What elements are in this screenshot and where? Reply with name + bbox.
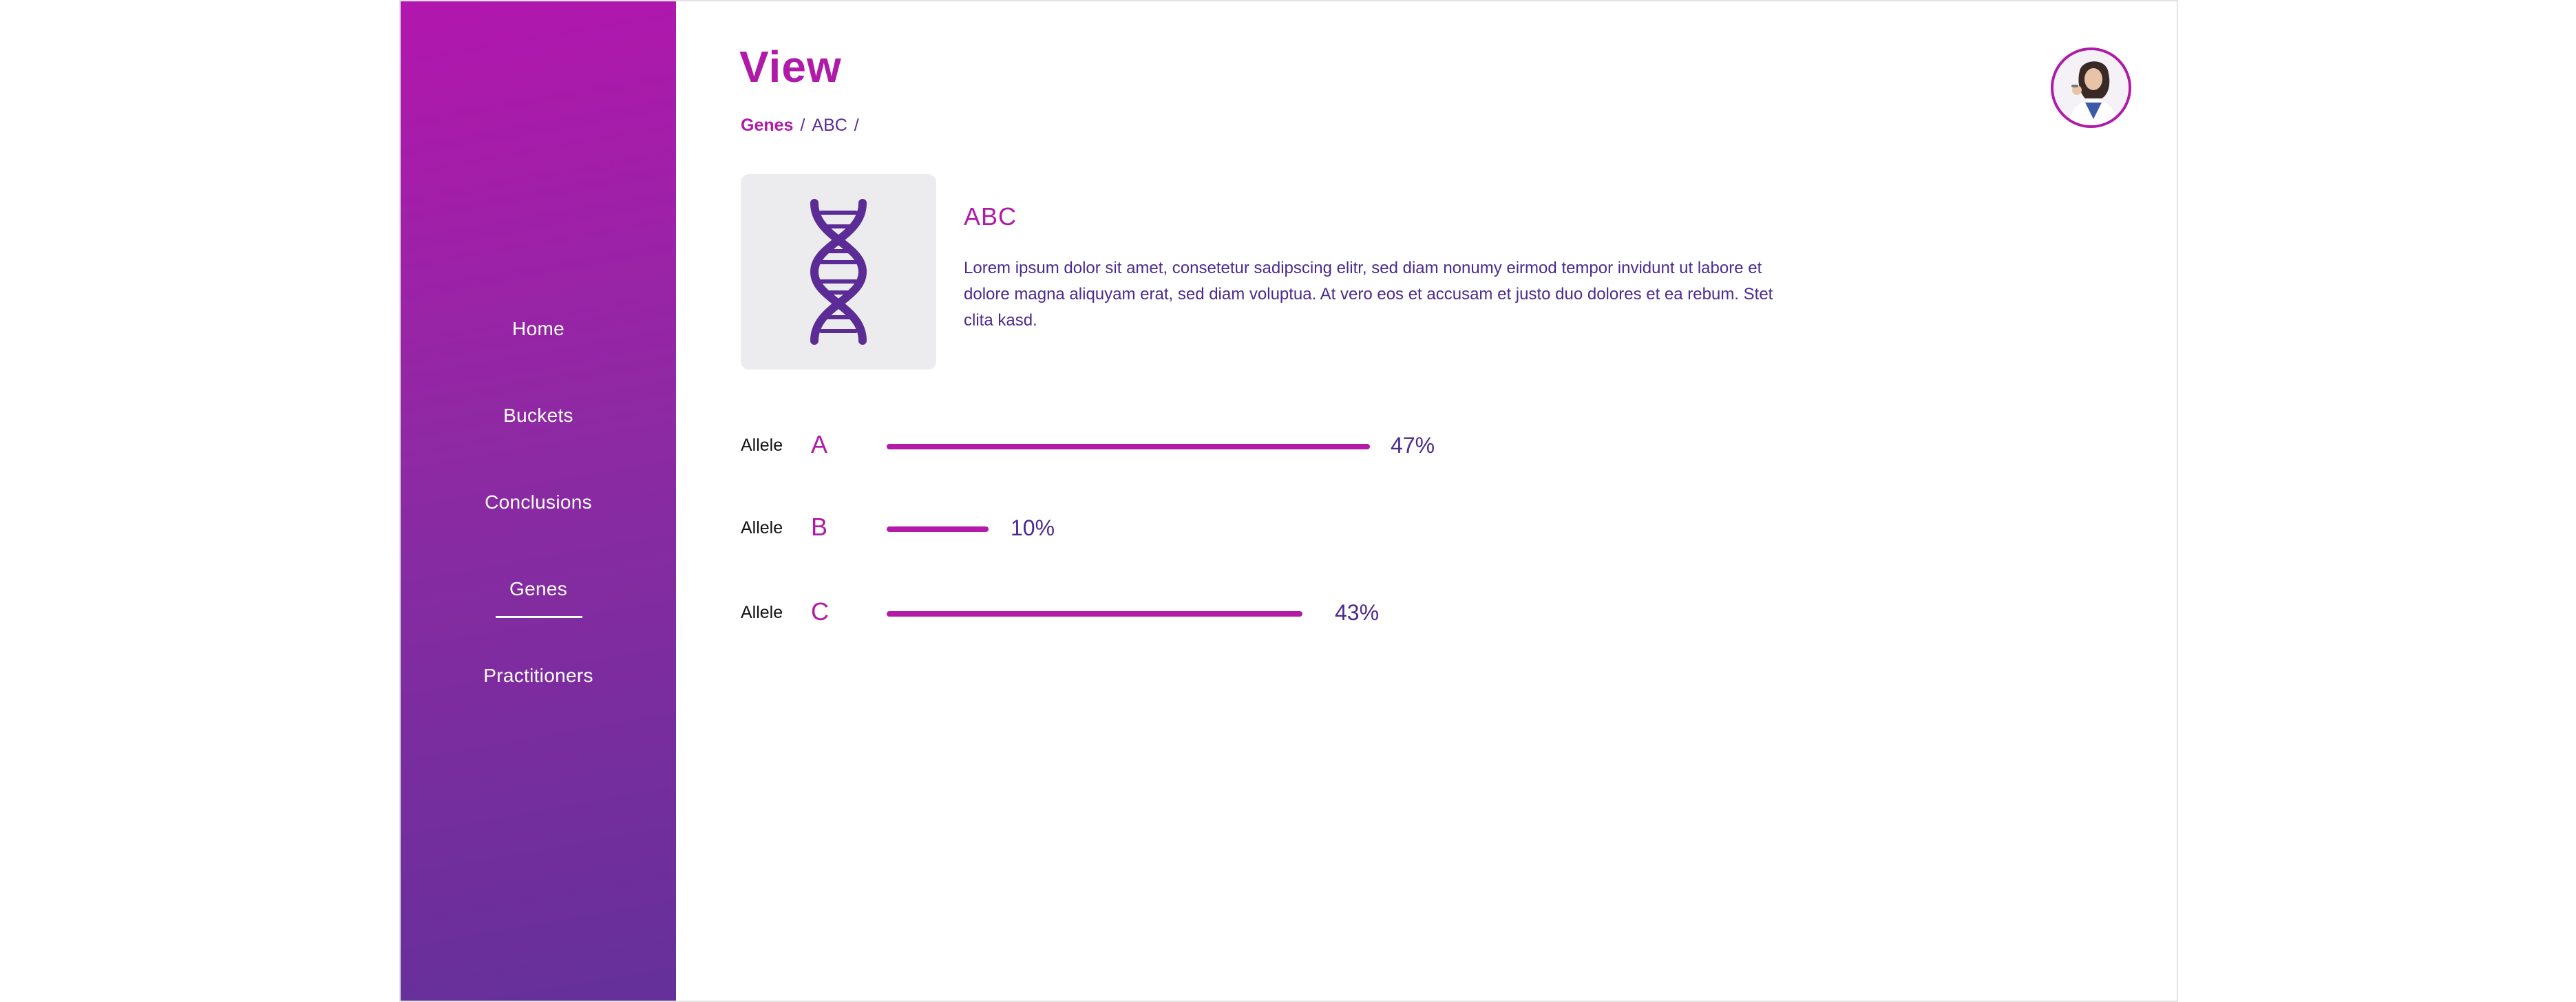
allele-row-c: Allele C 43% [741, 593, 1567, 635]
sidebar: Home Buckets Conclusions Genes Practitio… [401, 1, 676, 1001]
sidebar-item-practitioners[interactable]: Practitioners [401, 657, 676, 743]
allele-label: Allele [741, 603, 783, 622]
breadcrumb: Genes / ABC / [741, 116, 859, 136]
sidebar-item-label: Practitioners [483, 665, 593, 686]
allele-row-a: Allele A 47% [741, 426, 1567, 467]
avatar-image [2054, 50, 2129, 125]
allele-bar [887, 526, 989, 532]
allele-percentage: 10% [1011, 515, 1055, 540]
allele-row-b: Allele B 10% [741, 509, 1567, 550]
sidebar-item-buckets[interactable]: Buckets [401, 396, 676, 483]
gene-name: ABC [964, 202, 1017, 231]
gene-description: Lorem ipsum dolor sit amet, consetetur s… [964, 259, 1773, 330]
allele-percentage: 47% [1391, 433, 1435, 458]
allele-letter: A [811, 430, 828, 458]
sidebar-nav: Home Buckets Conclusions Genes Practitio… [401, 310, 676, 743]
dna-icon [810, 199, 867, 345]
sidebar-item-conclusions[interactable]: Conclusions [401, 483, 676, 570]
app-window: Home Buckets Conclusions Genes Practitio… [399, 0, 2178, 1002]
allele-bar [887, 444, 1370, 449]
allele-letter: C [811, 597, 829, 626]
sidebar-item-label: Home [512, 318, 564, 339]
sidebar-item-label: Conclusions [485, 491, 592, 513]
allele-letter: B [811, 513, 828, 541]
sidebar-item-home[interactable]: Home [401, 310, 676, 396]
sidebar-item-genes[interactable]: Genes [401, 570, 676, 657]
allele-label: Allele [741, 518, 783, 537]
breadcrumb-link-abc[interactable]: ABC [812, 116, 847, 136]
allele-percentage: 43% [1335, 600, 1380, 625]
active-indicator [496, 616, 582, 618]
page-title: View [739, 42, 842, 92]
breadcrumb-separator: / [854, 116, 859, 135]
breadcrumb-link-genes[interactable]: Genes [741, 116, 793, 136]
breadcrumb-separator: / [800, 116, 805, 135]
gene-image-card [741, 174, 936, 370]
main-content: View Genes / ABC / ABC Lorem ipsum dolor… [676, 1, 2177, 1001]
sidebar-item-label: Buckets [503, 405, 573, 426]
allele-label: Allele [741, 436, 783, 455]
user-avatar[interactable] [2051, 47, 2131, 128]
allele-bar [887, 611, 1302, 617]
